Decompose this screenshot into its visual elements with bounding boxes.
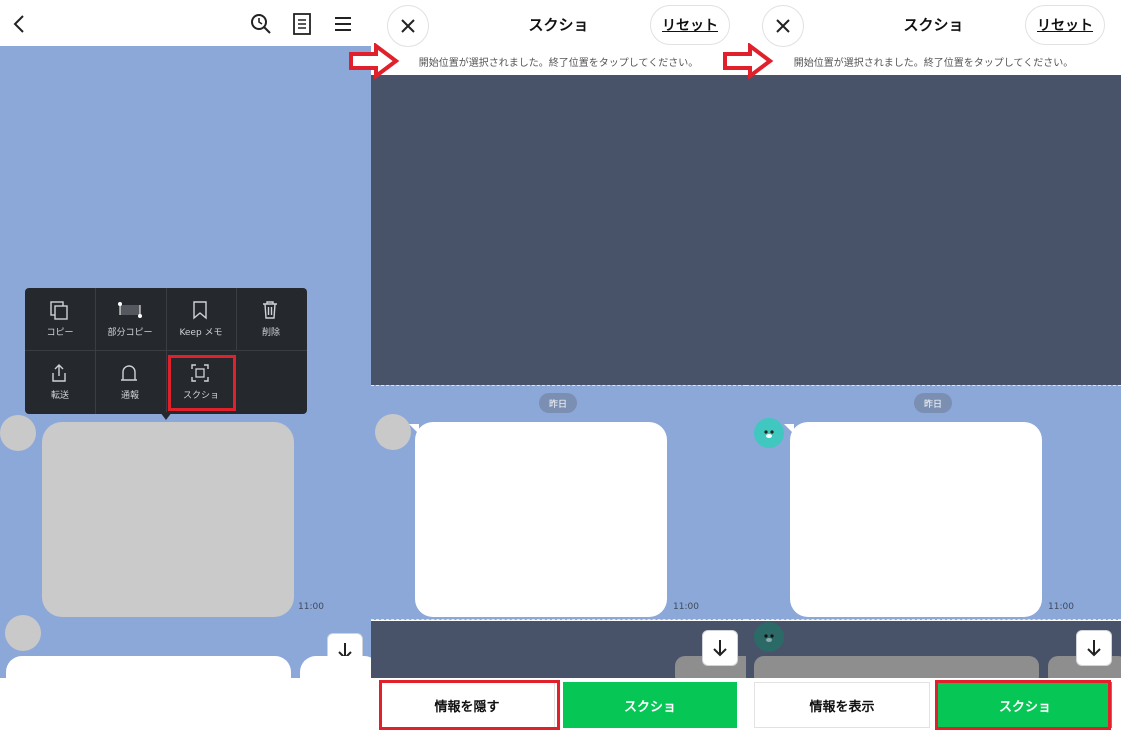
menu-item-delete[interactable]: 削除 <box>236 288 306 350</box>
back-icon[interactable] <box>8 12 30 36</box>
menu-item-label: コピー <box>46 328 74 338</box>
partial-copy-icon <box>118 302 142 318</box>
scroll-down-button[interactable] <box>702 630 738 666</box>
screenshot-panel-start: スクショ リセット 開始位置が選択されました。終了位置をタップしてください。 昨… <box>371 0 746 731</box>
menu-item-label: Keep メモ <box>179 328 223 338</box>
message-bubble[interactable] <box>42 422 294 617</box>
reset-button[interactable]: リセット <box>650 5 730 45</box>
date-chip: 昨日 <box>539 393 577 413</box>
bell-icon <box>121 365 137 381</box>
date-chip: 昨日 <box>914 393 952 413</box>
highlight-box <box>168 355 236 411</box>
message-time: 11:00 <box>1048 602 1074 612</box>
tutorial-composite: 11:00 コピー 部分コピー Keep メモ 削除 転送 通報 スクショ スク… <box>0 0 1121 731</box>
red-arrow-icon <box>723 43 774 79</box>
avatar <box>375 414 411 450</box>
input-bar <box>0 678 371 731</box>
instruction-text: 開始位置が選択されました。終了位置をタップしてください。 <box>793 58 1074 69</box>
message-bubble[interactable] <box>415 422 667 617</box>
screenshot-header: スクショ リセット <box>371 0 746 50</box>
menu-item-report[interactable]: 通報 <box>95 351 165 413</box>
menu-item-label: 削除 <box>261 328 280 338</box>
highlight-box <box>935 680 1111 730</box>
menu-item-label: 転送 <box>50 391 69 401</box>
share-icon <box>52 364 66 382</box>
scroll-down-button[interactable] <box>1076 630 1112 666</box>
show-info-button[interactable]: 情報を表示 <box>754 682 930 728</box>
screenshot-panel-end: スクショ リセット 開始位置が選択されました。終了位置をタップしてください。 昨… <box>746 0 1121 731</box>
avatar <box>754 622 784 652</box>
instruction-text: 開始位置が選択されました。終了位置をタップしてください。 <box>418 58 699 69</box>
avatar <box>754 418 784 448</box>
screenshot-button[interactable]: スクショ <box>563 682 737 728</box>
copy-icon <box>50 301 68 320</box>
message-time: 11:00 <box>298 602 324 612</box>
screenshot-header: スクショ リセット <box>746 0 1121 50</box>
menu-icon[interactable] <box>332 12 354 36</box>
chat-panel: 11:00 コピー 部分コピー Keep メモ 削除 転送 通報 スクショ <box>0 0 371 731</box>
trash-icon <box>263 301 277 319</box>
highlight-box <box>379 680 560 730</box>
menu-item-forward[interactable]: 転送 <box>25 351 95 413</box>
chat-header <box>0 0 371 46</box>
bear-face-icon <box>764 634 774 642</box>
avatar[interactable] <box>0 415 36 451</box>
avatar[interactable] <box>5 615 41 651</box>
context-menu: コピー 部分コピー Keep メモ 削除 転送 通報 スクショ <box>25 288 307 414</box>
message-time: 11:00 <box>673 602 699 612</box>
menu-item-keep[interactable]: Keep メモ <box>166 288 236 350</box>
bookmark-icon <box>193 301 207 320</box>
menu-item-partial-copy[interactable]: 部分コピー <box>95 288 165 350</box>
menu-pointer <box>160 412 172 420</box>
bear-face-icon <box>764 430 774 438</box>
red-arrow-icon <box>349 43 400 79</box>
menu-item-label: 部分コピー <box>107 328 153 338</box>
dimmed-area <box>371 75 746 385</box>
search-icon[interactable] <box>249 12 273 36</box>
message-bubble[interactable] <box>790 422 1042 617</box>
dimmed-area <box>746 75 1121 385</box>
menu-item-copy[interactable]: コピー <box>25 288 95 350</box>
notes-icon[interactable] <box>291 12 313 36</box>
menu-item-label: 通報 <box>120 391 139 401</box>
reset-button[interactable]: リセット <box>1025 5 1105 45</box>
